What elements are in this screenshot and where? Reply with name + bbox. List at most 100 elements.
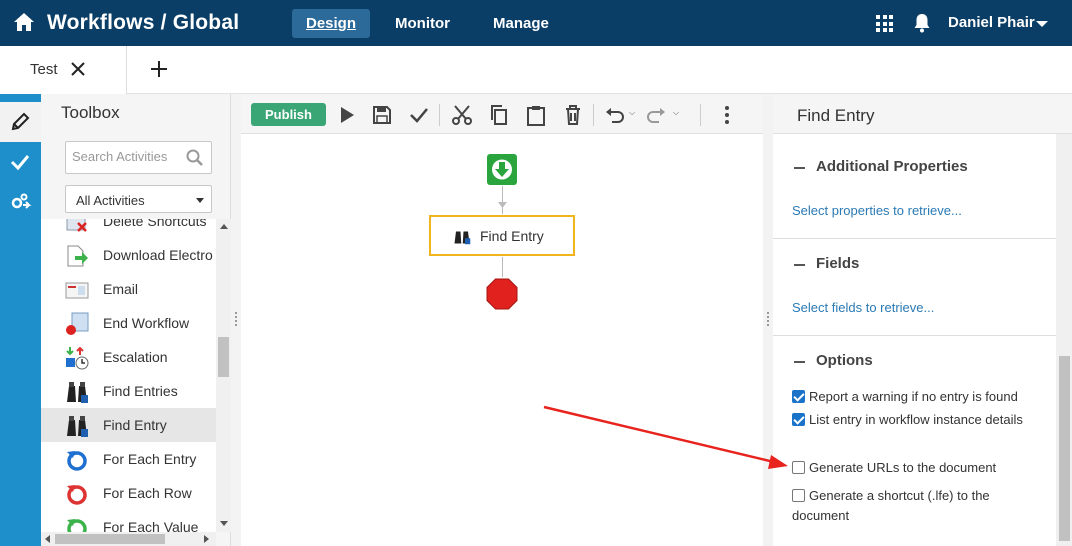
option-label: Generate a shortcut (.lfe) to the docume… bbox=[792, 488, 990, 523]
scrollbar-thumb[interactable] bbox=[218, 337, 229, 377]
list-item-selected[interactable]: Find Entry bbox=[41, 408, 216, 442]
activity-node-label: Find Entry bbox=[480, 228, 544, 244]
rail-design-button[interactable] bbox=[0, 102, 41, 142]
download-icon bbox=[67, 245, 88, 267]
document-tab-bar: Test bbox=[0, 46, 1072, 94]
binoculars-icon bbox=[67, 382, 88, 403]
chevron-down-icon bbox=[196, 198, 204, 203]
left-splitter[interactable] bbox=[231, 94, 241, 546]
search-activities-input[interactable] bbox=[72, 149, 182, 164]
more-options-icon[interactable] bbox=[716, 104, 738, 126]
list-item[interactable]: Escalation bbox=[41, 340, 216, 374]
properties-scrollbar[interactable] bbox=[1056, 134, 1072, 546]
section-fields: Fields Select fields to retrieve... bbox=[773, 239, 1056, 336]
workflow-start-node[interactable] bbox=[487, 154, 517, 185]
cut-icon[interactable] bbox=[451, 104, 473, 126]
activity-label: For Each Value bbox=[103, 519, 199, 532]
save-icon[interactable] bbox=[371, 104, 393, 126]
nav-tab-design[interactable]: Design bbox=[292, 9, 371, 38]
properties-panel: Find Entry Additional Properties Select … bbox=[773, 94, 1072, 546]
redo-dropdown-chevron-icon[interactable]: ⌵ bbox=[673, 108, 679, 118]
section-title: Additional Properties bbox=[816, 158, 968, 175]
copy-icon[interactable] bbox=[488, 104, 510, 126]
checkbox-checked[interactable] bbox=[792, 390, 805, 403]
publish-button[interactable]: Publish bbox=[251, 103, 326, 126]
list-item[interactable]: Delete Shortcuts bbox=[41, 219, 216, 238]
option-generate-shortcut[interactable]: Generate a shortcut (.lfe) to the docume… bbox=[792, 486, 1042, 526]
collapse-icon[interactable] bbox=[794, 361, 805, 363]
list-item[interactable]: For Each Entry bbox=[41, 442, 216, 476]
rail-validate-button[interactable] bbox=[0, 142, 41, 182]
check-icon bbox=[10, 155, 30, 171]
list-item[interactable]: For Each Value bbox=[41, 510, 216, 532]
list-item[interactable]: End Workflow bbox=[41, 306, 216, 340]
paste-icon[interactable] bbox=[525, 104, 547, 126]
option-label: List entry in workflow instance details bbox=[809, 412, 1023, 427]
workflow-designer: Publish ⌵ ⌵ Find Entry bbox=[241, 94, 763, 546]
checkbox-unchecked[interactable] bbox=[792, 489, 805, 502]
search-icon[interactable] bbox=[186, 149, 204, 167]
option-report-warning[interactable]: Report a warning if no entry is found bbox=[792, 387, 1042, 407]
activity-label: Email bbox=[103, 281, 139, 297]
activity-list-scrollbar[interactable] bbox=[216, 219, 231, 532]
toolbox-title: Toolbox bbox=[61, 103, 120, 122]
list-item[interactable]: Download Electro bbox=[41, 238, 216, 272]
activity-filter-value: All Activities bbox=[76, 193, 145, 208]
toolbox-panel: Toolbox All Activities Delete Shortcuts … bbox=[41, 94, 231, 546]
scroll-down-icon[interactable] bbox=[220, 521, 228, 526]
scrollbar-thumb[interactable] bbox=[1059, 356, 1070, 541]
list-item[interactable]: Find Entries bbox=[41, 374, 216, 408]
checkbox-checked[interactable] bbox=[792, 413, 805, 426]
rail-settings-button[interactable] bbox=[0, 182, 41, 222]
option-list-entry[interactable]: List entry in workflow instance details bbox=[792, 410, 1042, 430]
list-item[interactable]: For Each Row bbox=[41, 476, 216, 510]
scrollbar-thumb[interactable] bbox=[55, 534, 165, 544]
undo-icon[interactable] bbox=[604, 104, 626, 126]
left-rail bbox=[0, 94, 41, 546]
option-generate-urls[interactable]: Generate URLs to the document bbox=[792, 458, 1042, 478]
list-item[interactable]: Email bbox=[41, 272, 216, 306]
search-activities-box[interactable] bbox=[65, 141, 212, 174]
scroll-up-icon[interactable] bbox=[220, 224, 228, 229]
run-icon[interactable] bbox=[336, 104, 358, 126]
add-tab-icon[interactable] bbox=[148, 58, 170, 80]
email-icon bbox=[65, 282, 89, 299]
close-icon[interactable] bbox=[69, 60, 87, 78]
right-splitter[interactable] bbox=[763, 94, 773, 546]
section-options: Options Report a warning if no entry is … bbox=[773, 336, 1056, 546]
apps-grid-icon[interactable] bbox=[876, 15, 893, 32]
loop-icon bbox=[67, 485, 87, 505]
nav-tab-manage[interactable]: Manage bbox=[479, 9, 563, 38]
user-menu-name[interactable]: Daniel Phair bbox=[948, 14, 1035, 31]
validate-check-icon[interactable] bbox=[408, 104, 430, 126]
nav-tab-monitor[interactable]: Monitor bbox=[381, 9, 464, 38]
binoculars-icon bbox=[454, 231, 471, 245]
scroll-left-icon[interactable] bbox=[45, 535, 50, 543]
end-workflow-icon bbox=[66, 312, 89, 335]
activity-label: Find Entries bbox=[103, 383, 178, 399]
select-properties-link[interactable]: Select properties to retrieve... bbox=[792, 203, 962, 218]
collapse-icon[interactable] bbox=[794, 167, 805, 169]
chevron-down-icon[interactable] bbox=[1036, 21, 1048, 27]
properties-header: Find Entry bbox=[773, 94, 1072, 134]
redo-icon[interactable] bbox=[645, 104, 667, 126]
document-tab[interactable]: Test bbox=[0, 46, 127, 94]
binoculars-icon bbox=[67, 416, 88, 437]
activity-label: For Each Entry bbox=[103, 451, 197, 467]
activity-node-find-entry[interactable]: Find Entry bbox=[429, 215, 575, 256]
workflow-end-node[interactable] bbox=[486, 278, 518, 310]
select-fields-link[interactable]: Select fields to retrieve... bbox=[792, 300, 934, 315]
delete-icon[interactable] bbox=[562, 104, 584, 126]
scroll-right-icon[interactable] bbox=[204, 535, 209, 543]
activity-label: Escalation bbox=[103, 349, 168, 365]
undo-dropdown-chevron-icon[interactable]: ⌵ bbox=[629, 108, 635, 118]
bell-icon[interactable] bbox=[913, 13, 931, 33]
section-title: Options bbox=[816, 352, 873, 369]
home-icon[interactable] bbox=[13, 12, 35, 32]
activity-list-hscrollbar[interactable] bbox=[41, 532, 216, 546]
collapse-icon[interactable] bbox=[794, 264, 805, 266]
properties-body: Additional Properties Select properties … bbox=[773, 134, 1056, 546]
checkbox-unchecked[interactable] bbox=[792, 461, 805, 474]
connector-arrow-icon bbox=[498, 202, 507, 208]
activity-filter-select[interactable]: All Activities bbox=[65, 185, 212, 213]
